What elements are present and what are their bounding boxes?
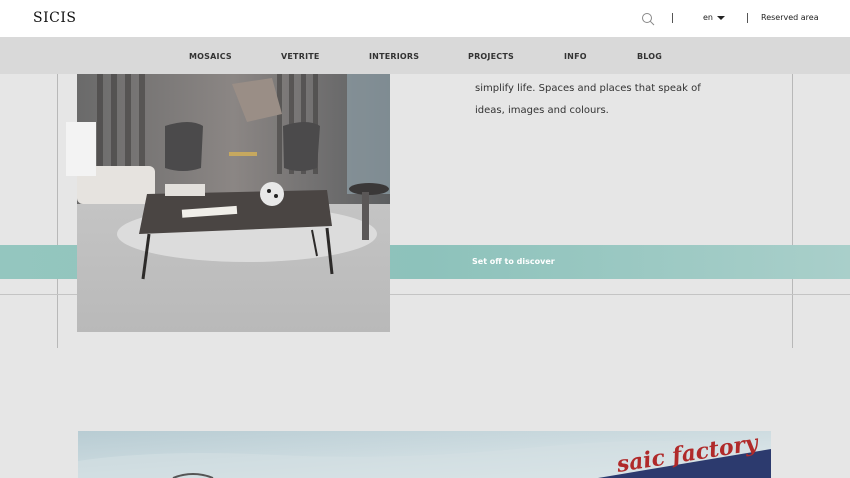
main-nav: MOSAICS VETRITE INTERIORS PROJECTS INFO … [0,37,850,74]
intro-line: ideas, images and colours. [475,105,609,116]
intro-paragraph: simplify life. Spaces and places that sp… [475,78,725,122]
discover-link[interactable]: Set off to discover [472,257,555,266]
top-header: SICIS en Reserved area [0,0,850,37]
frame-line-right [792,74,793,348]
nav-item-projects[interactable]: PROJECTS [468,52,514,61]
nav-item-info[interactable]: INFO [564,52,587,61]
site-logo[interactable]: SICIS [33,10,76,26]
reserved-area-link[interactable]: Reserved area [761,13,819,22]
language-selector[interactable]: en [703,13,725,22]
nav-item-mosaics[interactable]: MOSAICS [189,52,232,61]
nav-item-blog[interactable]: BLOG [637,52,662,61]
nav-item-vetrite[interactable]: VETRITE [281,52,320,61]
header-divider [672,13,673,23]
intro-line: simplify life. Spaces and places that sp… [475,83,701,94]
chevron-down-icon [717,15,725,20]
frame-line-left [57,74,58,348]
factory-photo: saic factory [78,431,771,478]
decorative-block [66,122,96,176]
language-label: en [703,13,713,22]
search-icon[interactable] [641,11,655,26]
nav-item-interiors[interactable]: INTERIORS [369,52,419,61]
interior-photo [77,74,390,332]
header-divider [747,13,748,23]
